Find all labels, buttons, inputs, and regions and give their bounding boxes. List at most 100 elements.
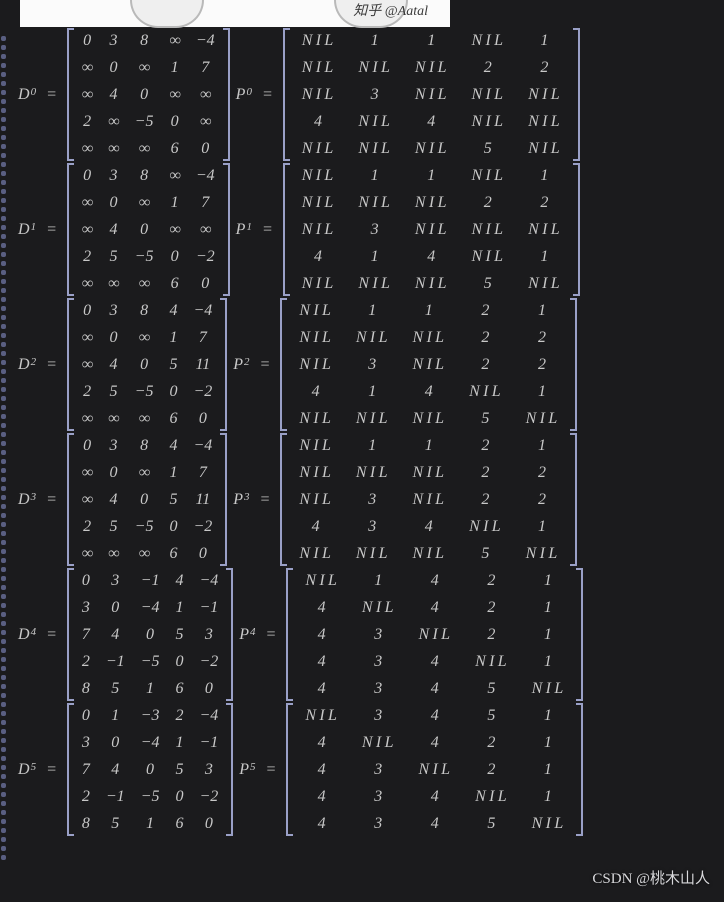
matrix-row: 30−41−1 (74, 729, 226, 756)
matrix-cell: 4 (290, 108, 347, 135)
matrix-row: 30−41−1 (74, 594, 226, 621)
gutter-dots (1, 30, 11, 862)
matrix-cell: 4 (293, 729, 350, 756)
matrix-cell-nil: N I L (287, 432, 344, 459)
bracket-left (283, 28, 290, 161)
matrix-cell-nil: N I L (290, 135, 347, 162)
iteration-row-1: D1=038∞−4∞0∞17∞40∞∞25−50−2∞∞∞60P1=N I L1… (18, 162, 720, 297)
matrix-cell-nil: N I L (401, 540, 458, 567)
d-superscript: 0 (31, 86, 37, 98)
d-matrix: 038∞−4∞0∞17∞40∞∞2∞−50∞∞∞∞60 (67, 27, 230, 162)
matrix-cell-nil: N I L (514, 405, 571, 432)
matrix-cell: −1 (98, 648, 133, 675)
matrix-cell: 4 (293, 594, 350, 621)
matrix-table: 0384−4∞0∞17∞4051125−50−2∞∞∞60 (74, 297, 220, 432)
matrix-cell: 0 (74, 702, 98, 729)
csdn-watermark: CSDN @桃木山人 (592, 867, 710, 888)
matrix-cell-nil: N I L (516, 108, 573, 135)
matrix-cell: 0 (185, 540, 220, 567)
matrix-cell: 0 (161, 243, 187, 270)
equals-sign: = (262, 86, 273, 104)
matrix-cell-nil: N I L (516, 135, 573, 162)
matrix-row: 038∞−4 (74, 162, 223, 189)
d-matrix: 0384−4∞0∞17∞4051125−50−2∞∞∞60 (67, 297, 227, 432)
iteration-row-4: D4=03−14−430−41−1740532−1−50−285160P4=N … (18, 567, 720, 702)
matrix-cell: 5 (463, 702, 520, 729)
matrix-cell: 2 (463, 756, 520, 783)
matrix-cell: 7 (74, 621, 98, 648)
iteration-row-5: D5=01−32−430−41−1740532−1−50−285160P5=N … (18, 702, 720, 837)
matrix-cell: ∞ (127, 540, 162, 567)
matrix-cell: 3 (74, 594, 98, 621)
matrix-cell: 3 (350, 783, 407, 810)
p-matrix: N I L14214N I L42143N I L21434N I L14345… (286, 567, 583, 702)
matrix-row: 4N I L421 (293, 729, 576, 756)
matrix-cell: −4 (191, 567, 226, 594)
matrix-row: ∞40∞∞ (74, 81, 223, 108)
matrix-cell: 1 (516, 162, 573, 189)
matrix-row: 85160 (74, 810, 226, 837)
matrix-cell: 1 (161, 189, 187, 216)
p-superscript: 5 (250, 761, 256, 773)
bracket-right (576, 568, 583, 701)
matrix-cell: ∞ (188, 108, 223, 135)
matrix-cell-nil: N I L (520, 810, 577, 837)
matrix-cell: ∞ (74, 405, 100, 432)
matrix-cell: ∞ (161, 162, 187, 189)
bracket-left (283, 163, 290, 296)
matrix-cell: 3 (350, 648, 407, 675)
d-label: D3 (18, 491, 36, 509)
matrix-cell: 4 (401, 378, 458, 405)
equals-sign: = (266, 761, 277, 779)
matrix-cell: −1 (191, 729, 226, 756)
matrix-cell: 0 (133, 621, 168, 648)
matrix-row: ∞40511 (74, 351, 220, 378)
matrix-row: ∞∞∞60 (74, 135, 223, 162)
matrix-cell: 0 (127, 216, 162, 243)
equals-sign: = (266, 626, 277, 644)
matrix-cell: 11 (185, 351, 220, 378)
matrix-cell: 4 (98, 621, 133, 648)
matrix-cell-nil: N I L (459, 108, 516, 135)
zhihu-watermark: 知乎 @Aatal (353, 0, 428, 20)
matrix-cell: 4 (161, 297, 185, 324)
matrix-cell: 8 (127, 297, 162, 324)
matrix-cell-nil: N I L (514, 540, 571, 567)
matrix-cell: 8 (127, 432, 162, 459)
matrix-cell: 0 (167, 783, 191, 810)
matrix-row: 0384−4 (74, 432, 220, 459)
matrix-row: 74053 (74, 621, 226, 648)
matrix-cell: 1 (520, 729, 577, 756)
matrix-cell: 3 (344, 351, 401, 378)
p-matrix: N I L11N I L1N I LN I LN I L22N I L3N I … (283, 27, 580, 162)
d-matrix: 03−14−430−41−1740532−1−50−285160 (67, 567, 233, 702)
matrix-cell: 0 (185, 405, 220, 432)
matrix-cell: 3 (350, 675, 407, 702)
matrix-cell: 3 (191, 756, 226, 783)
d-label: D4 (18, 626, 36, 644)
bracket-left (280, 433, 287, 566)
matrix-cell-nil: N I L (344, 324, 401, 351)
matrix-table: 01−32−430−41−1740532−1−50−285160 (74, 702, 226, 837)
matrix-cell: −1 (133, 567, 168, 594)
matrix-table: N I L11N I L1N I LN I LN I L22N I L3N I … (290, 162, 573, 297)
matrix-row: ∞∞∞60 (74, 405, 220, 432)
matrix-cell: 7 (188, 54, 223, 81)
matrix-cell: 0 (100, 54, 126, 81)
equals-sign: = (46, 356, 57, 374)
matrix-row: ∞0∞17 (74, 189, 223, 216)
matrix-cell-nil: N I L (401, 486, 458, 513)
matrix-cell: 5 (100, 513, 126, 540)
matrix-cell-nil: N I L (516, 216, 573, 243)
bracket-right (573, 163, 580, 296)
matrix-cell: 4 (100, 486, 126, 513)
matrix-cell-nil: N I L (403, 189, 460, 216)
matrix-cell: 2 (457, 459, 514, 486)
matrix-row: N I L3N I LN I LN I L (290, 81, 573, 108)
matrix-table: 03−14−430−41−1740532−1−50−285160 (74, 567, 226, 702)
matrix-row: 25−50−2 (74, 513, 220, 540)
matrix-row: N I LN I LN I L5N I L (287, 540, 570, 567)
matrix-cell-nil: N I L (287, 351, 344, 378)
matrix-cell: 1 (516, 243, 573, 270)
d-matrix: 0384−4∞0∞17∞4051125−50−2∞∞∞60 (67, 432, 227, 567)
